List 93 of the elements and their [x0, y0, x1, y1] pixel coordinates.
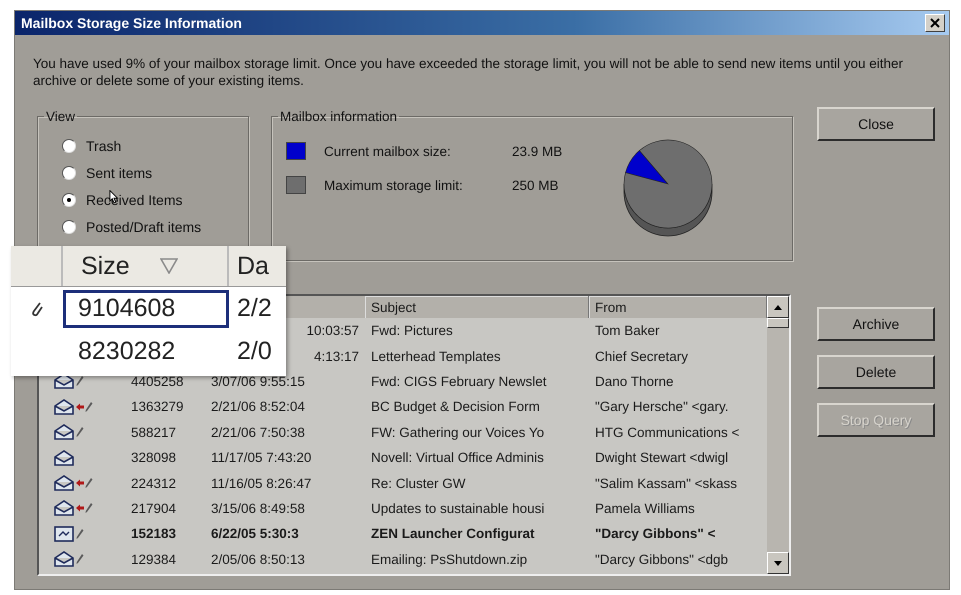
up-arrow-icon [774, 304, 782, 310]
close-icon [930, 18, 940, 28]
paperclip-icon [31, 300, 43, 316]
window-title: Mailbox Storage Size Information [21, 15, 242, 31]
table-cell-text: 1363279 [130, 399, 185, 414]
table-cell-text: 2/2 [236, 294, 273, 323]
pencil-icon [85, 502, 93, 514]
pencil-icon [76, 553, 84, 566]
table-cell-text: 6/22/05 5:30:3 [210, 526, 300, 542]
table-cell-text: 224312 [130, 476, 178, 491]
radio-label[interactable]: Sent items [86, 165, 152, 181]
reply-arrow-icon [76, 479, 84, 488]
table-cell-text: Tom Baker [594, 323, 661, 338]
table-cell-text: 217904 [130, 500, 178, 516]
table-cell-text: "Salim Kassam" <skass [594, 476, 738, 491]
close-dialog-button[interactable]: Close [817, 107, 935, 141]
scroll-up-button[interactable] [767, 296, 789, 318]
table-cell-text: "Gary Hersche" <gary. [594, 399, 730, 414]
radio-label[interactable]: Posted/Draft items [86, 219, 202, 235]
table-cell-text: 2/21/06 8:52:04 [210, 399, 306, 414]
column-header[interactable]: Size [63, 246, 229, 286]
table-cell-text: 11/16/05 8:26:47 [210, 476, 312, 491]
column-label: Size [81, 252, 130, 280]
table-cell-text: "Darcy Gibbons" <dgb [594, 552, 730, 567]
table-cell-text: 152183 [130, 526, 178, 542]
radio-label[interactable]: Trash [86, 138, 122, 154]
table-cell-text: 4405258 [130, 374, 185, 389]
action-button[interactable]: Delete [817, 355, 935, 389]
legend-label: Current mailbox size: [324, 144, 452, 158]
column-header[interactable]: Subject [365, 296, 589, 318]
scrollbar-thumb[interactable] [767, 318, 789, 328]
table-cell-text: 3/07/06 9:55:15 [210, 374, 306, 389]
pencil-icon [85, 400, 93, 413]
pencil-icon [76, 375, 84, 388]
table-cell-text: 2/0 [236, 337, 273, 366]
envelope-icon [53, 475, 75, 492]
radio-button[interactable] [62, 139, 76, 153]
group-title: View [45, 109, 76, 124]
legend-value: 250 MB [512, 178, 559, 192]
legend-label: Maximum storage limit: [324, 178, 464, 192]
column-header[interactable]: Da [229, 246, 286, 286]
legend-value: 23.9 MB [512, 144, 562, 158]
envelope-icon [53, 450, 75, 466]
close-button[interactable] [925, 14, 945, 32]
table-cell-text: 11/17/05 7:43:20 [210, 450, 312, 466]
note-icon [53, 526, 75, 542]
table-cell-text: Letterhead Templates [370, 348, 502, 364]
table-cell-text: 588217 [130, 424, 178, 440]
action-button[interactable]: Archive [817, 307, 935, 341]
table-cell-text: Re: Cluster GW [370, 476, 467, 491]
table-cell-text: "Darcy Gibbons" < [594, 526, 716, 542]
table-cell-text: 2/21/06 7:50:38 [210, 424, 306, 440]
table-cell-text: Updates to sustainable housi [370, 500, 546, 516]
storage-message: You have used 9% of your mailbox storage limit. Once you have exceeded the storage limit, you will not be able to send new items until you either archive or delete some of your existing items. [33, 55, 904, 89]
envelope-icon [53, 424, 75, 440]
down-arrow-icon [774, 560, 782, 566]
table-cell-text: Fwd: CIGS February Newslet [370, 374, 548, 389]
table-cell-text: 3/15/06 8:49:58 [210, 500, 306, 516]
envelope-icon [53, 500, 75, 516]
envelope-icon [53, 373, 75, 390]
table-cell-text: Dwight Stewart <dwigl [594, 450, 730, 466]
table-cell: 4:13:17 [314, 348, 359, 364]
table-cell-text: Fwd: Pictures [370, 323, 454, 338]
scroll-down-button[interactable] [767, 552, 789, 574]
radio-button[interactable] [62, 193, 76, 207]
envelope-icon [53, 551, 75, 568]
table-cell-text: 8230282 [77, 336, 176, 367]
table-cell-text: Pamela Williams [594, 500, 696, 516]
table-cell-text: FW: Gathering our Voices Yo [370, 424, 546, 440]
table-cell-text: 2/05/06 8:50:13 [210, 552, 306, 567]
pencil-icon [76, 528, 84, 540]
column-header[interactable]: From [589, 296, 767, 318]
envelope-icon [53, 398, 75, 415]
table-cell-text: 328098 [130, 450, 178, 466]
table-cell: 10:03:57 [306, 323, 359, 338]
pencil-icon [85, 477, 93, 490]
radio-button[interactable] [62, 220, 76, 234]
table-cell-text: 129384 [130, 552, 178, 567]
table-cell-text: Chief Secretary [594, 348, 690, 364]
table-cell: 9104608 [63, 290, 229, 328]
sort-arrow-icon [160, 258, 178, 274]
table-cell-text: BC Budget & Decision Form [370, 399, 541, 414]
radio-button[interactable] [62, 166, 76, 180]
table-cell-text: ZEN Launcher Configurat [370, 526, 536, 542]
table-cell-text: Novell: Virtual Office Adminis [370, 450, 545, 466]
reply-arrow-icon [76, 504, 84, 512]
pencil-icon [76, 426, 84, 438]
table-cell-text: HTG Communications < [594, 424, 740, 440]
group-title: Mailbox information [279, 109, 398, 124]
reply-arrow-icon [76, 402, 84, 411]
table-cell-text: Emailing: PsShutdown.zip [370, 552, 528, 567]
table-cell-text: Dano Thorne [594, 374, 675, 389]
radio-label[interactable]: Received Items [86, 192, 182, 208]
